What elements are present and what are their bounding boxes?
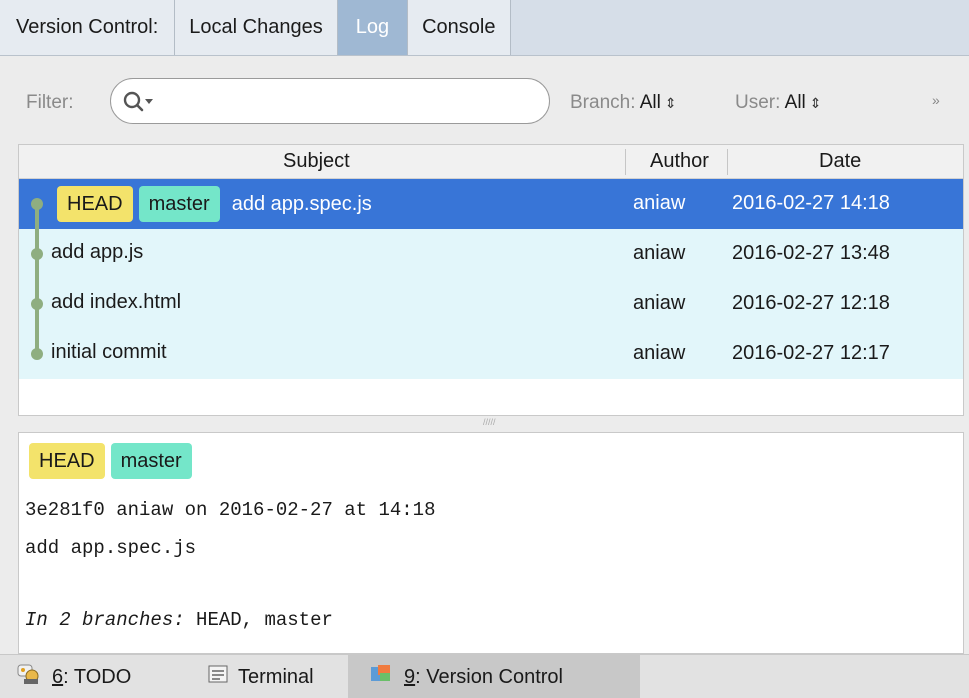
commit-graph-node (31, 198, 43, 210)
branches-prefix: In 2 branches: (25, 609, 185, 631)
column-header-author[interactable]: Author (650, 150, 709, 173)
commit-graph-node (31, 298, 43, 310)
details-refs: HEAD master (29, 443, 198, 479)
branch-filter-value: All (639, 92, 661, 113)
filter-input[interactable] (163, 88, 533, 114)
tabbar-filler (510, 0, 969, 55)
table-row[interactable]: add index.html aniaw 2016-02-27 12:18 (19, 279, 963, 329)
todo-icon (16, 663, 42, 691)
commit-details-pane: HEAD master 3e281f0 aniaw on 2016-02-27 … (18, 432, 964, 654)
tool-window-tabbar: Version Control: Local Changes Log Conso… (0, 0, 969, 56)
branches-list[interactable]: HEAD, master (196, 609, 333, 631)
commit-author: aniaw (633, 192, 686, 214)
column-divider[interactable] (625, 149, 626, 175)
todo-tool-button[interactable]: 6: TODO (16, 655, 131, 698)
ref-badge-head: HEAD (29, 443, 105, 479)
commit-date: 2016-02-27 14:18 (732, 192, 890, 214)
commit-graph-line (35, 201, 39, 349)
updown-icon: ⇕ (664, 95, 677, 111)
version-control-label: : Version Control (415, 665, 563, 688)
user-filter-label: User: (735, 92, 781, 113)
commit-date: 2016-02-27 13:48 (732, 242, 890, 264)
commit-date: 2016-02-27 12:18 (732, 292, 890, 314)
commit-subject: initial commit (51, 341, 167, 363)
commit-hash-line: 3e281f0 aniaw on 2016-02-27 at 14:18 (25, 499, 436, 521)
splitter-grip-icon[interactable]: ///// (483, 417, 496, 427)
branch-filter-label: Branch: (570, 92, 636, 113)
commit-graph-node (31, 248, 43, 260)
tab-local-changes[interactable]: Local Changes (175, 0, 338, 55)
table-row[interactable]: HEAD master add app.spec.js aniaw 2016-0… (19, 179, 963, 229)
branch-filter[interactable]: Branch: All ⇕ (570, 92, 677, 114)
ref-badge-master: master (110, 443, 192, 479)
filter-label: Filter: (26, 92, 74, 113)
version-control-shortcut: 9 (404, 665, 416, 688)
tab-log[interactable]: Log (337, 0, 409, 55)
commit-graph-node (31, 348, 43, 360)
column-divider[interactable] (727, 149, 728, 175)
column-header-subject[interactable]: Subject (283, 150, 350, 173)
terminal-tool-button[interactable]: Terminal (208, 655, 314, 698)
pane-splitter[interactable]: ///// (18, 416, 964, 432)
version-control-icon (370, 664, 394, 690)
commit-log-table: Subject Author Date HEAD master add app.… (18, 144, 964, 416)
tab-console[interactable]: Console (408, 0, 511, 55)
row-subject: HEAD master add app.spec.js (57, 186, 372, 222)
terminal-icon (208, 665, 228, 689)
terminal-label: Terminal (238, 665, 314, 688)
search-icon[interactable] (121, 88, 157, 116)
ref-badge-master: master (138, 186, 220, 222)
commit-date: 2016-02-27 12:17 (732, 342, 890, 364)
commit-subject: add index.html (51, 291, 182, 313)
filter-toolbar: Filter: Branch: All ⇕ User: All ⇕ » (0, 56, 969, 144)
branches-info: In 2 branches: HEAD, master (25, 609, 333, 631)
filter-search-box[interactable] (110, 78, 550, 124)
user-filter-value: All (784, 92, 806, 113)
tool-window-bar: 6: TODO Terminal 9: Version Control (0, 654, 969, 698)
tool-window-title: Version Control: (0, 0, 176, 55)
table-row[interactable]: initial commit aniaw 2016-02-27 12:17 (19, 329, 963, 379)
commit-author: aniaw (633, 292, 686, 314)
commit-message: add app.spec.js (25, 537, 197, 559)
more-actions-icon[interactable]: » (932, 92, 940, 108)
todo-label: : TODO (63, 665, 132, 688)
commit-author: aniaw (633, 342, 686, 364)
table-row[interactable]: add app.js aniaw 2016-02-27 13:48 (19, 229, 963, 279)
table-header: Subject Author Date (19, 145, 963, 179)
commit-author: aniaw (633, 242, 686, 264)
commit-subject: add app.js (51, 241, 144, 263)
commit-subject: add app.spec.js (231, 192, 372, 215)
column-header-date[interactable]: Date (819, 150, 861, 173)
version-control-tool-button[interactable]: 9: Version Control (348, 655, 640, 698)
updown-icon: ⇕ (809, 95, 822, 111)
todo-shortcut: 6 (52, 665, 64, 688)
ref-badge-head: HEAD (57, 186, 133, 222)
user-filter[interactable]: User: All ⇕ (735, 92, 822, 114)
